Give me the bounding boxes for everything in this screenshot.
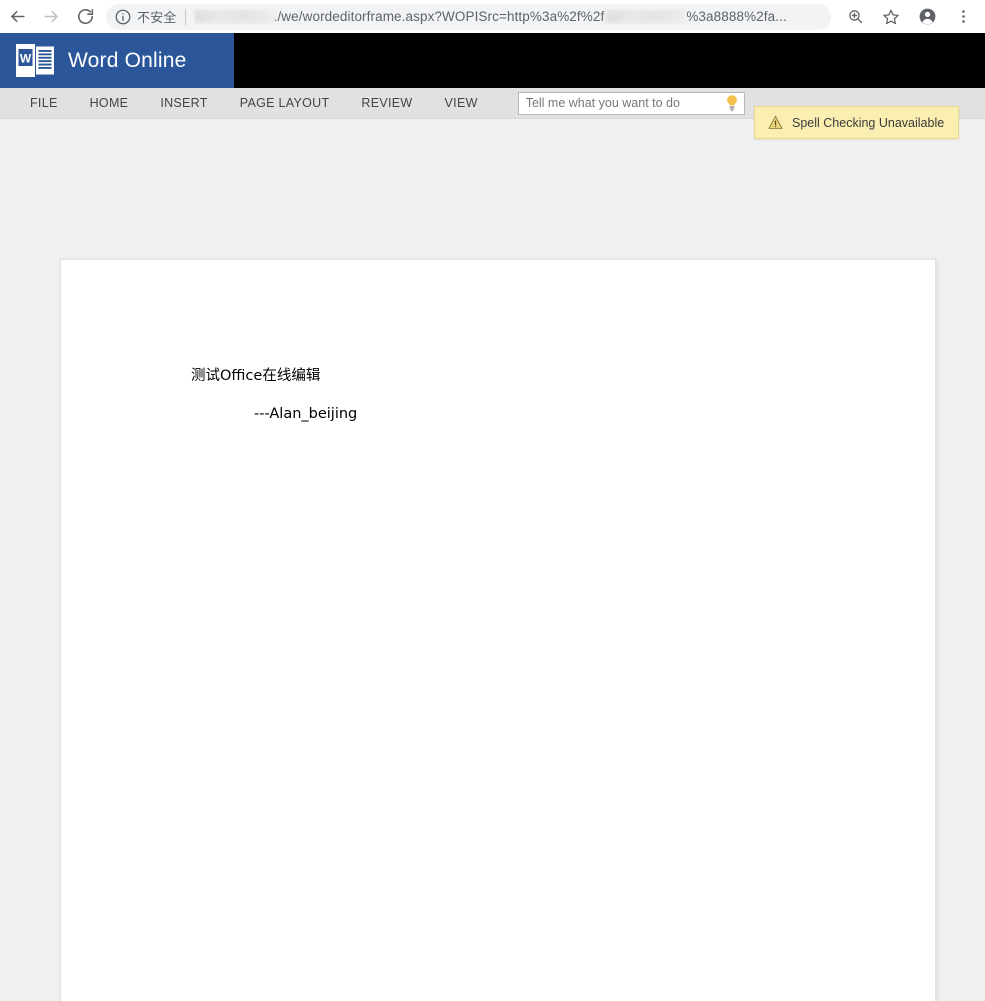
spell-check-message: Spell Checking Unavailable [792,115,945,130]
document-body[interactable]: 测试Office在线编辑 ---Alan_beijing [61,260,935,426]
document-page[interactable]: 测试Office在线编辑 ---Alan_beijing [60,259,936,1001]
zoom-icon[interactable] [837,0,873,33]
profile-avatar-icon[interactable] [909,0,945,33]
info-circle-icon[interactable] [114,8,132,26]
forward-button[interactable] [34,0,68,33]
url-redacted-host-1 [193,10,274,23]
document-paragraph-1[interactable]: 测试Office在线编辑 [191,365,935,388]
tab-review[interactable]: REVIEW [345,88,428,119]
url-visible-segment-2: %3a8888%2fa... [686,9,787,24]
lightbulb-icon [724,94,740,112]
warning-triangle-icon [768,115,783,130]
url-visible-segment-1: ./we/wordeditorframe.aspx?WOPISrc=http%3… [273,9,605,24]
app-brand[interactable]: W Word Online [0,33,234,88]
tab-page-layout[interactable]: PAGE LAYOUT [224,88,346,119]
bookmark-star-icon[interactable] [873,0,909,33]
browser-actions [837,0,985,33]
tell-me-placeholder: Tell me what you want to do [525,96,680,110]
tab-home[interactable]: HOME [74,88,145,119]
browser-menu-icon[interactable] [945,0,981,33]
app-header: W Word Online [0,33,985,88]
tab-file[interactable]: FILE [14,88,74,119]
app-header-empty-area [234,33,985,88]
back-button[interactable] [0,0,34,33]
word-logo-icon: W [16,43,54,78]
omnibox-divider [184,8,186,25]
editor-canvas: Spell Checking Unavailable 测试Office在线编辑 … [0,106,985,1001]
security-status-label: 不安全 [137,10,177,25]
svg-text:W: W [20,51,32,65]
tell-me-search-box[interactable]: Tell me what you want to do [517,91,745,115]
browser-toolbar: 不安全 ./we/wordeditorframe.aspx?WOPISrc=ht… [0,0,985,33]
reload-button[interactable] [68,0,102,33]
tab-view[interactable]: VIEW [429,88,494,119]
tab-insert[interactable]: INSERT [144,88,223,119]
spell-check-notification[interactable]: Spell Checking Unavailable [754,106,959,139]
url-text: ./we/wordeditorframe.aspx?WOPISrc=http%3… [193,9,787,24]
app-title: Word Online [68,48,187,72]
document-paragraph-2[interactable]: ---Alan_beijing [254,403,935,426]
url-redacted-host-2 [606,10,685,23]
address-bar[interactable]: 不安全 ./we/wordeditorframe.aspx?WOPISrc=ht… [106,3,831,30]
